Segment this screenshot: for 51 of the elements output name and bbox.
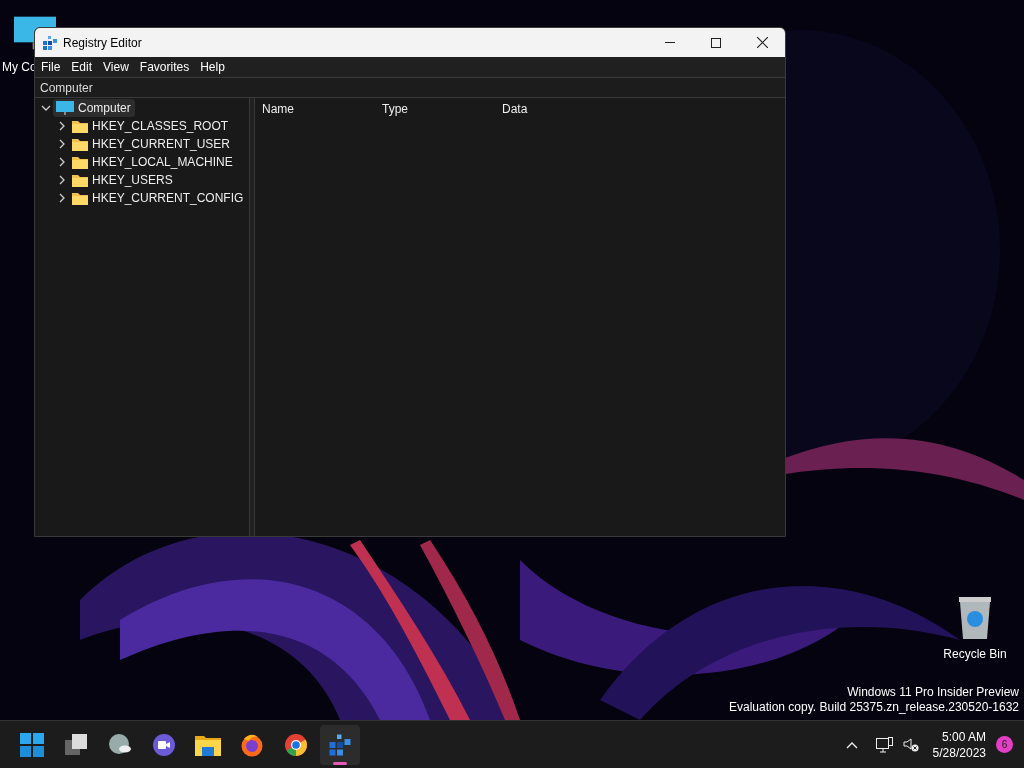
menu-item[interactable]: Edit (67, 58, 97, 76)
chevron-icon[interactable] (57, 193, 67, 203)
task-view-icon (64, 732, 88, 757)
tree-item[interactable]: HKEY_LOCAL_MACHINE (69, 153, 237, 171)
folder-icon (195, 733, 221, 756)
folder-icon (72, 191, 88, 205)
clock-date[interactable]: 5/28/2023 (932, 744, 986, 761)
tree-item[interactable]: Computer (53, 99, 135, 117)
address-bar[interactable]: Computer (35, 77, 785, 98)
chevron-icon[interactable] (57, 121, 67, 131)
folder-icon (72, 173, 88, 187)
folder-icon (72, 155, 88, 169)
chevron-icon[interactable] (57, 139, 67, 149)
menu-item[interactable]: Help (196, 58, 229, 76)
chrome-icon (284, 732, 308, 757)
registry-icon (42, 34, 58, 51)
chevron-up-icon[interactable] (845, 740, 858, 749)
tree-item[interactable]: HKEY_CURRENT_USER (69, 135, 235, 153)
notification-badge[interactable]: 6 (996, 736, 1013, 753)
clock-time[interactable]: 5:00 AM (941, 728, 986, 745)
cloud-icon (108, 732, 132, 757)
windows-logo-icon (20, 732, 44, 757)
chevron-icon[interactable] (57, 175, 67, 185)
menu-item[interactable]: View (99, 58, 133, 76)
tree-item[interactable]: HKEY_CLASSES_ROOT (69, 117, 233, 135)
video-chat-icon (152, 732, 176, 757)
active-indicator (333, 761, 347, 765)
column-header[interactable]: Data (502, 100, 622, 118)
close-icon (756, 37, 768, 48)
column-header[interactable]: Name (262, 100, 382, 118)
monitor-icon (56, 99, 74, 117)
muted-speaker-icon[interactable] (902, 736, 919, 753)
column-header[interactable]: Type (382, 100, 502, 118)
desktop-icon-label[interactable]: Recycle Bin (943, 645, 1007, 663)
network-icon[interactable] (875, 736, 894, 753)
recycle-bin-icon[interactable] (957, 597, 993, 639)
watermark-text: Evaluation copy. Build 25375.zn_release.230520-1632 (729, 700, 1019, 715)
minimize-icon (665, 42, 675, 43)
tree-item[interactable]: HKEY_CURRENT_CONFIG (69, 189, 248, 207)
fox-globe-icon (240, 732, 264, 757)
window-title: Registry Editor (63, 34, 142, 52)
maximize-icon (711, 37, 721, 48)
chevron-icon[interactable] (57, 157, 67, 167)
folder-icon (72, 137, 88, 151)
watermark-text: Windows 11 Pro Insider Preview (847, 685, 1019, 700)
menu-item[interactable]: Favorites (135, 58, 194, 76)
folder-icon (72, 119, 88, 133)
menu-item[interactable]: File (37, 58, 65, 76)
registry-icon (328, 732, 352, 757)
chevron-icon[interactable] (41, 103, 51, 113)
tree-item[interactable]: HKEY_USERS (69, 171, 177, 189)
